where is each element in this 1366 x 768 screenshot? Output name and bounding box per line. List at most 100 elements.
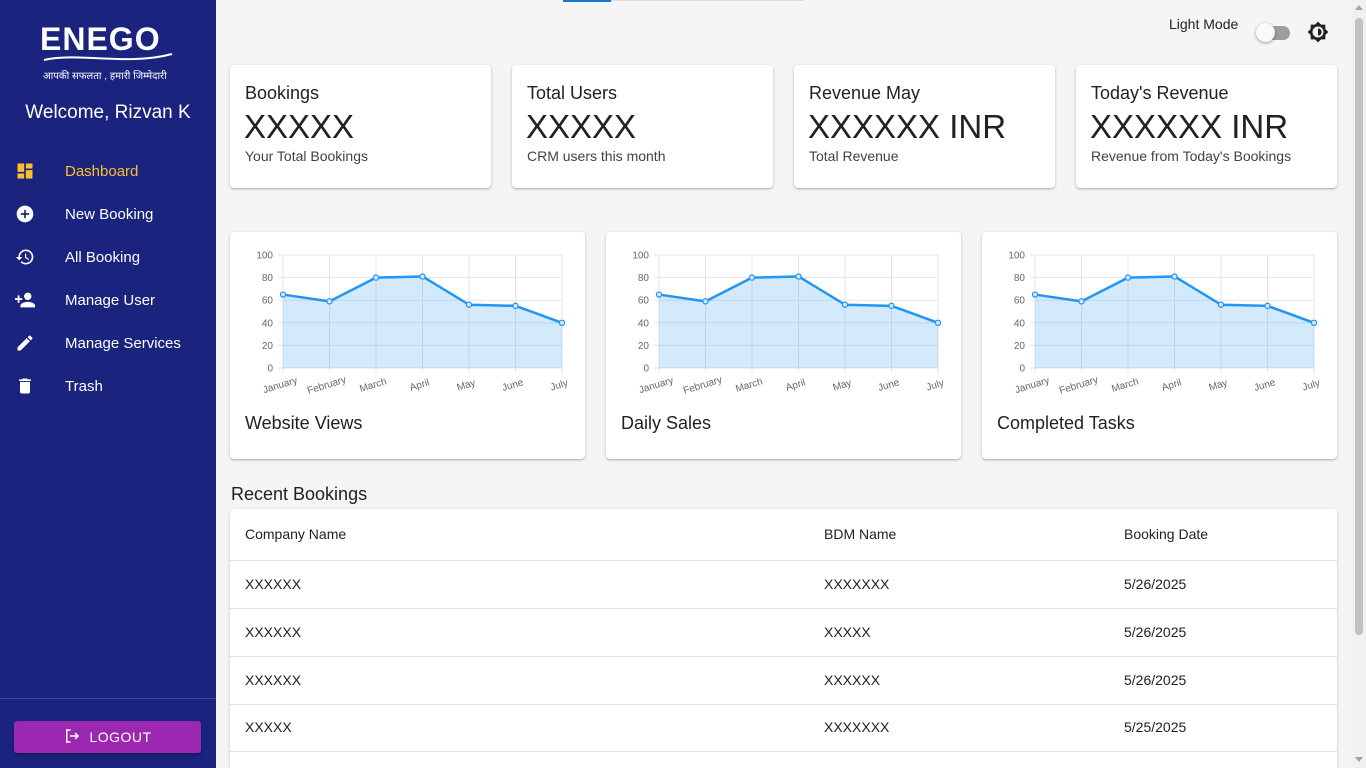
cell-company: XXXXX <box>245 719 292 735</box>
scroll-up-arrow-icon[interactable] <box>1355 5 1363 10</box>
sidebar-item-manage-user[interactable]: Manage User <box>0 278 216 321</box>
x-tick-label: January <box>638 375 675 396</box>
cell-company: XXXXXX <box>245 672 302 688</box>
y-tick-label: 60 <box>262 296 274 307</box>
x-tick-label: January <box>1014 375 1051 396</box>
brightness-icon[interactable] <box>1307 21 1329 43</box>
sidebar-item-dashboard[interactable]: Dashboard <box>0 149 216 192</box>
svg-text:ENEGO: ENEGO <box>40 21 161 57</box>
data-point <box>748 274 756 281</box>
theme-toggle[interactable] <box>1256 22 1292 42</box>
welcome-text: Welcome, Rizvan K <box>25 102 191 123</box>
table-row[interactable]: XXXXX XXXXXXX 5/25/2025 <box>230 705 1337 752</box>
data-point <box>1124 274 1132 281</box>
data-point <box>1078 298 1085 305</box>
table-row[interactable]: XXXXXX XXXXX 5/26/2025 <box>230 609 1337 657</box>
x-tick-label: April <box>785 377 807 393</box>
sidebar-divider <box>0 698 216 699</box>
data-point <box>372 274 380 281</box>
x-tick-label: January <box>262 375 299 396</box>
sidebar: ENEGO आपकी सफलता , हमारी जिम्मेदारी Welc… <box>0 0 216 768</box>
brand-tagline: आपकी सफलता , हमारी जिम्मेदारी <box>43 71 167 82</box>
stat-card-revenue-may: Revenue May XXXXXX INR Total Revenue <box>794 65 1055 188</box>
x-tick-label: June <box>877 377 901 394</box>
cell-bdm: XXXXX <box>824 624 871 640</box>
sidebar-nav: Dashboard New Booking All Booking Manage… <box>0 149 216 407</box>
person-add-icon <box>14 289 36 311</box>
data-point <box>465 301 473 308</box>
stat-subtitle: Your Total Bookings <box>245 148 368 164</box>
mode-label: Light Mode <box>1169 16 1239 32</box>
cell-date: 5/26/2025 <box>1124 576 1187 592</box>
chart-card-daily-sales: 100 80 60 40 20 0 January February March April May… <box>606 232 961 459</box>
tab-divider <box>611 0 804 1</box>
column-header-date[interactable]: Booking Date <box>1124 526 1208 542</box>
data-point <box>419 273 426 280</box>
column-header-bdm[interactable]: BDM Name <box>824 526 896 542</box>
stat-subtitle: CRM users this month <box>527 148 666 164</box>
stat-value: XXXXXX INR <box>808 108 1007 145</box>
stat-title: Revenue May <box>809 83 921 103</box>
cell-company: XXXXXX <box>245 624 302 640</box>
sidebar-item-new-booking[interactable]: New Booking <box>0 192 216 235</box>
x-tick-label: February <box>306 374 347 396</box>
sidebar-item-trash[interactable]: Trash <box>0 364 216 407</box>
area-fill <box>659 276 938 368</box>
daily-sales-chart: 100 80 60 40 20 0January February March April May… <box>632 251 945 397</box>
cell-bdm: XXXXXXX <box>824 576 890 592</box>
stat-title: Bookings <box>245 83 320 103</box>
cell-bdm: XXXXXX <box>824 672 881 688</box>
sidebar-item-all-booking[interactable]: All Booking <box>0 235 216 278</box>
website-views-chart: 100 80 60 40 20 0January February March April May… <box>256 251 569 397</box>
x-tick-label: March <box>734 376 764 395</box>
scrollbar-thumb[interactable] <box>1355 18 1363 635</box>
area-fill <box>283 276 562 368</box>
y-tick-label: 20 <box>262 341 274 352</box>
x-tick-label: February <box>1058 374 1099 396</box>
stat-value: XXXXXX INR <box>1090 108 1289 145</box>
logout-button[interactable]: LOGOUT <box>14 721 201 753</box>
stat-title: Total Users <box>527 83 618 103</box>
chart-title: Website Views <box>245 413 363 433</box>
data-point <box>1310 319 1318 327</box>
sidebar-item-label: Trash <box>65 378 103 395</box>
table-row[interactable]: XXXXXX XXXXXXX 5/26/2025 <box>230 561 1337 609</box>
stat-subtitle: Revenue from Today's Bookings <box>1091 148 1292 164</box>
history-icon <box>14 246 36 268</box>
chart-title: Daily Sales <box>621 413 712 433</box>
data-point <box>279 291 287 298</box>
column-header-company[interactable]: Company Name <box>245 526 346 542</box>
x-tick-label: July <box>925 378 945 394</box>
sidebar-item-label: Manage User <box>65 292 156 309</box>
sidebar-item-label: Manage Services <box>65 335 181 352</box>
brand-logo[interactable]: ENEGO आपकी सफलता , हमारी जिम्मेदारी <box>38 16 178 84</box>
y-tick-label: 100 <box>1008 251 1025 262</box>
cell-date: 5/26/2025 <box>1124 624 1187 640</box>
x-tick-label: July <box>549 378 569 394</box>
logo-wordmark-icon: ENEGO <box>40 21 173 61</box>
data-point <box>1217 301 1225 308</box>
y-tick-label: 40 <box>1014 318 1026 329</box>
x-tick-label: April <box>409 377 431 393</box>
scroll-down-arrow-icon[interactable] <box>1355 757 1363 762</box>
chart-card-website-views: 100 80 60 40 20 0 January February March April May… <box>230 232 585 459</box>
tab-indicator <box>563 0 611 2</box>
y-tick-label: 100 <box>256 251 273 262</box>
sidebar-item-label: New Booking <box>65 206 154 223</box>
x-tick-label: May <box>1208 378 1229 394</box>
x-tick-label: May <box>832 378 853 394</box>
table-header-row: Company Name BDM Name Booking Date <box>230 509 1337 561</box>
logout-label: LOGOUT <box>89 729 152 745</box>
sidebar-item-label: All Booking <box>65 249 141 266</box>
x-tick-label: July <box>1301 378 1321 394</box>
sidebar-item-manage-services[interactable]: Manage Services <box>0 321 216 364</box>
table-row[interactable]: XXXXXX XXXXXX 5/26/2025 <box>230 657 1337 705</box>
chart-title: Completed Tasks <box>997 413 1135 433</box>
page-scrollbar[interactable] <box>1352 0 1366 768</box>
x-tick-label: March <box>358 376 388 395</box>
y-tick-label: 20 <box>638 341 650 352</box>
sidebar-item-label: Dashboard <box>65 163 139 180</box>
cell-company: XXXXXX <box>245 576 302 592</box>
data-point <box>1264 302 1271 310</box>
y-tick-label: 80 <box>638 273 650 284</box>
